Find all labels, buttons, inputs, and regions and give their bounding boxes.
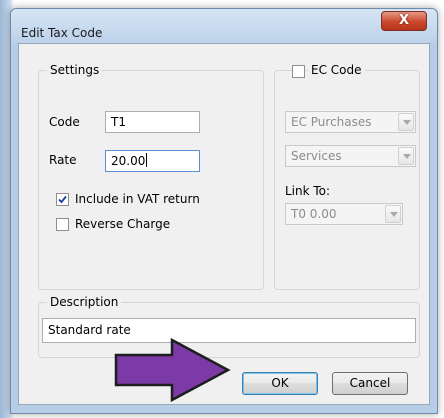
ec-code-label: EC Code	[308, 63, 365, 77]
include-vat-label: Include in VAT return	[75, 192, 200, 206]
reverse-charge-checkbox[interactable]	[56, 218, 69, 231]
close-icon: X	[398, 13, 410, 28]
cancel-button[interactable]: Cancel	[332, 372, 408, 395]
chevron-down-icon	[398, 147, 414, 165]
services-value: Services	[291, 149, 342, 163]
rate-value: 20.00	[111, 154, 146, 168]
code-label: Code	[49, 115, 80, 129]
chevron-down-icon	[398, 113, 414, 131]
chevron-down-icon	[385, 205, 401, 223]
ok-button[interactable]: OK	[242, 372, 318, 395]
settings-group-label: Settings	[47, 63, 103, 77]
close-button[interactable]: X	[381, 11, 427, 31]
code-input[interactable]: T1	[105, 111, 200, 133]
rate-label: Rate	[49, 153, 77, 167]
title-bar[interactable]: Edit Tax Code X	[11, 9, 437, 43]
reverse-charge-label: Reverse Charge	[75, 217, 171, 231]
ec-code-group: EC Code EC Purchases Services Link To: T…	[274, 63, 420, 290]
checkmark-icon	[58, 195, 67, 204]
services-select: Services	[285, 145, 416, 167]
link-to-value: T0 0.00	[291, 207, 337, 221]
description-group-label: Description	[47, 295, 122, 309]
ec-purchases-select: EC Purchases	[285, 111, 416, 133]
dialog-title: Edit Tax Code	[21, 26, 103, 40]
link-to-select: T0 0.00	[285, 203, 403, 225]
link-to-label: Link To:	[285, 184, 331, 198]
ec-purchases-value: EC Purchases	[291, 115, 372, 129]
rate-input[interactable]: 20.00	[105, 150, 200, 172]
settings-group: Settings Code T1 Rate 20.00 Include in V…	[38, 63, 264, 290]
text-caret	[146, 153, 148, 167]
ec-code-checkbox[interactable]	[292, 65, 305, 78]
arrow-right-icon	[114, 338, 231, 402]
include-vat-checkbox[interactable]	[56, 193, 69, 206]
